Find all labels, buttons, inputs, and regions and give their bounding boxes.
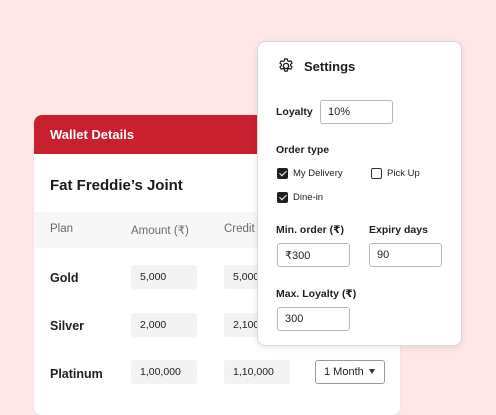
loyalty-input[interactable]: 10%: [320, 100, 393, 124]
expiry-days-label: Expiry days: [369, 224, 428, 236]
validity-dropdown[interactable]: 1 Month: [315, 360, 385, 384]
validity-value: 1 Month: [324, 366, 364, 378]
max-loyalty-label: Max. Loyalty (₹): [276, 288, 357, 300]
restaurant-name: Fat Freddie’s Joint: [50, 177, 183, 194]
loyalty-label: Loyalty: [276, 106, 313, 118]
my-delivery-checkbox[interactable]: [277, 168, 288, 179]
min-order-label: Min. order (₹): [276, 224, 344, 236]
my-delivery-label: My Delivery: [293, 168, 343, 179]
dine-in-checkbox[interactable]: [277, 192, 288, 203]
chevron-down-icon: [369, 369, 375, 374]
settings-panel: Settings Loyalty 10% Order type My Deliv…: [257, 41, 462, 346]
column-amount: Amount (₹): [131, 225, 189, 237]
pick-up-checkbox[interactable]: [371, 168, 382, 179]
plan-gold: Gold: [50, 271, 79, 285]
order-type-label: Order type: [276, 144, 330, 156]
min-order-input[interactable]: ₹300: [277, 243, 350, 267]
amount-gold-input[interactable]: 5,000: [131, 265, 197, 289]
pick-up-label: Pick Up: [387, 168, 420, 179]
settings-title: Settings: [304, 59, 356, 74]
expiry-days-input[interactable]: 90: [369, 243, 442, 267]
credit-platinum-input[interactable]: 1,10,000: [224, 360, 290, 384]
dine-in-label: Dine-in: [293, 192, 324, 203]
gear-icon: [279, 58, 293, 72]
column-credit: Credit: [224, 223, 255, 235]
plan-platinum: Platinum: [50, 367, 103, 381]
amount-platinum-input[interactable]: 1,00,000: [131, 360, 197, 384]
max-loyalty-input[interactable]: 300: [277, 307, 350, 331]
plan-silver: Silver: [50, 319, 85, 333]
column-plan: Plan: [50, 223, 74, 235]
amount-silver-input[interactable]: 2,000: [131, 313, 197, 337]
